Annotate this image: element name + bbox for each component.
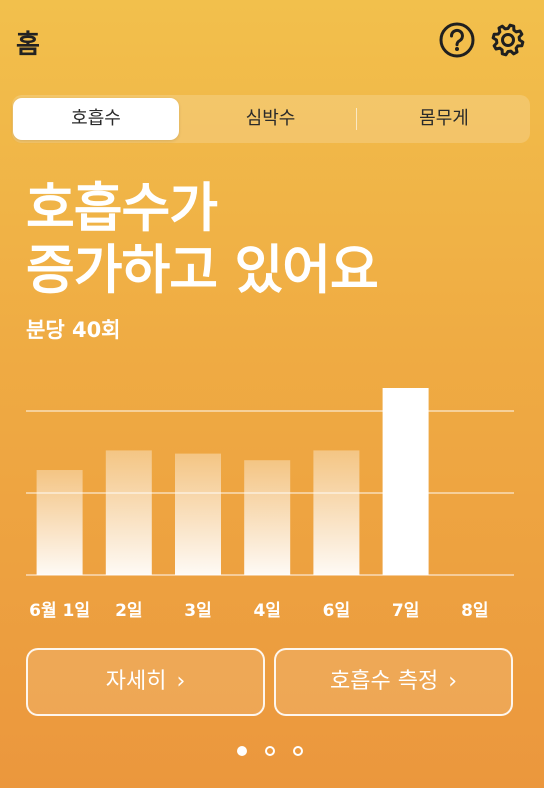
bar-0 bbox=[36, 470, 83, 575]
page-dot[interactable] bbox=[293, 746, 303, 756]
headline-line-1: 호흡수가 bbox=[26, 178, 218, 239]
measure-breathing-button[interactable]: 호흡수 측정 › bbox=[274, 648, 513, 716]
headline: 호흡수가 증가하고 있어요 bbox=[26, 178, 379, 302]
detail-button[interactable]: 자세히 › bbox=[26, 648, 265, 716]
breathing-rate-chart: 6월 1일 2일 3일 4일 6일 7일 8일 bbox=[26, 388, 514, 621]
tab-weight[interactable]: 몸무게 bbox=[358, 95, 530, 143]
tab-divider bbox=[356, 108, 357, 130]
x-tick-label: 7일 bbox=[392, 601, 419, 621]
tab-heart-rate[interactable]: 심박수 bbox=[183, 95, 358, 143]
headline-line-2: 증가하고 있어요 bbox=[26, 240, 379, 301]
bar-2 bbox=[175, 453, 221, 575]
help-circle-icon[interactable] bbox=[439, 22, 475, 58]
x-tick-label: 8일 bbox=[461, 601, 488, 621]
bar-5 bbox=[382, 388, 429, 575]
x-tick-label: 3일 bbox=[184, 601, 211, 621]
x-tick-label: 6월 1일 bbox=[29, 601, 90, 621]
tab-bar: 호흡수 심박수 몸무게 bbox=[12, 95, 530, 143]
gear-icon[interactable] bbox=[489, 21, 527, 59]
rate-subtitle: 분당 40회 bbox=[26, 318, 121, 342]
x-tick-label: 6일 bbox=[323, 601, 350, 621]
page-dot[interactable] bbox=[265, 746, 275, 756]
chevron-right-icon: › bbox=[176, 669, 186, 694]
page-title: 홈 bbox=[16, 30, 40, 60]
chevron-right-icon: › bbox=[448, 669, 457, 694]
bar-4 bbox=[313, 450, 360, 575]
x-tick-label: 4일 bbox=[253, 601, 280, 621]
page-dot-active[interactable] bbox=[237, 746, 247, 756]
measure-button-label: 호흡수 측정 bbox=[329, 669, 439, 694]
detail-button-label: 자세히 bbox=[105, 669, 167, 694]
tab-breathing-rate[interactable]: 호흡수 bbox=[13, 98, 179, 140]
bar-3 bbox=[244, 460, 291, 575]
x-tick-label: 2일 bbox=[115, 601, 142, 621]
bar-1 bbox=[105, 450, 152, 575]
